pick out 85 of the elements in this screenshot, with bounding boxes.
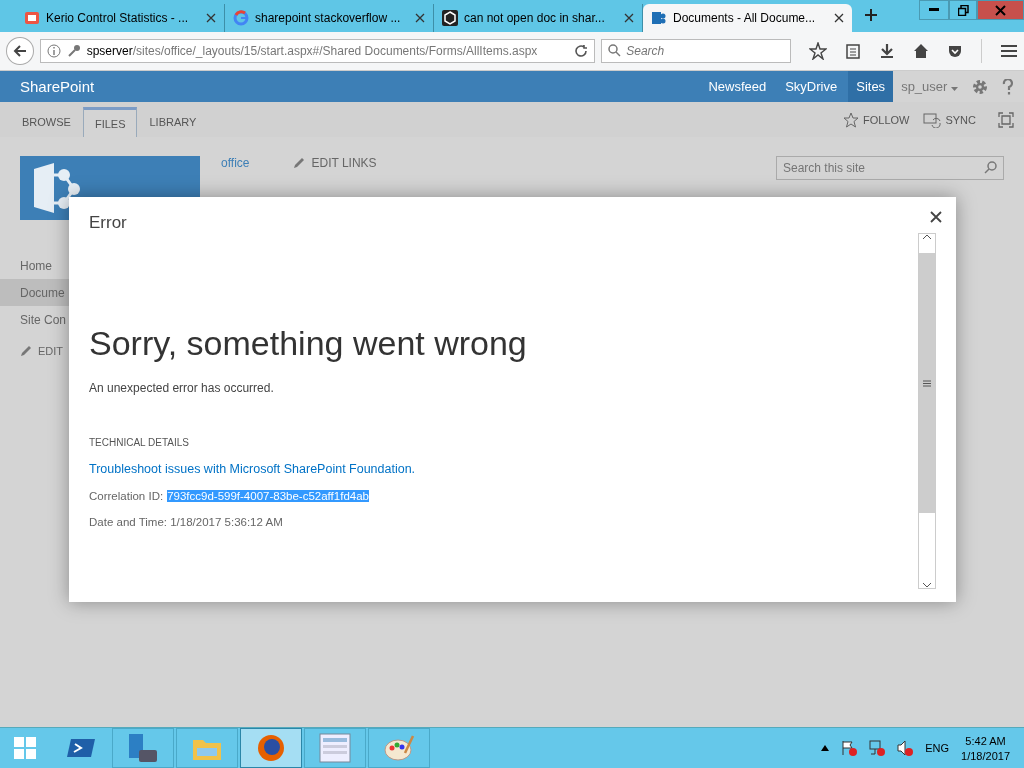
- edit-links-button[interactable]: EDIT LINKS: [293, 156, 377, 170]
- table-window-icon: [319, 733, 351, 763]
- s-logo-icon: [34, 163, 82, 213]
- minimize-button[interactable]: [919, 0, 949, 20]
- taskbar-app[interactable]: [304, 728, 366, 768]
- paint-palette-icon: [383, 733, 415, 763]
- settings-icon: [972, 78, 988, 95]
- ribbon-tab[interactable]: LIBRARY: [137, 107, 209, 137]
- speaker-muted-icon: [897, 740, 914, 756]
- url-text: spserver/sites/office/_layouts/15/start.aspx#/Shared Documents/Forms/AllItems.aspx: [86, 44, 539, 58]
- details-heading: TECHNICAL DETAILS: [89, 437, 191, 448]
- terminal-icon: [66, 736, 96, 760]
- close-icon: [415, 13, 425, 23]
- taskbar-app[interactable]: [368, 728, 430, 768]
- hexagon-icon: [442, 10, 458, 26]
- sharepoint-logo-icon: [651, 10, 667, 26]
- restore-button[interactable]: [949, 0, 977, 20]
- close-window-button[interactable]: [977, 0, 1024, 20]
- scrollbar[interactable]: [918, 233, 936, 589]
- taskbar-app[interactable]: [112, 728, 174, 768]
- clock[interactable]: 5:42 AM 1/18/2017: [961, 734, 1010, 762]
- ribbon-action[interactable]: FOLLOW: [843, 111, 910, 128]
- correlation-label: Correlation ID:: [89, 490, 164, 502]
- help-icon: [1002, 78, 1014, 95]
- pencil-icon: [293, 157, 306, 169]
- ribbon-tab[interactable]: BROWSE: [10, 107, 83, 137]
- info-icon: [46, 44, 61, 58]
- search-field[interactable]: Search: [601, 39, 791, 63]
- restore-icon: [957, 4, 969, 16]
- minimize-icon: [929, 8, 939, 12]
- scroll-up-icon: [923, 234, 931, 239]
- caret-down-icon: [951, 87, 958, 91]
- sync-icon: [923, 111, 942, 128]
- url-field[interactable]: spserver/sites/office/_layouts/15/start.aspx#/Shared Documents/Forms/AllItems.aspx: [39, 39, 596, 63]
- grip-icon: [923, 379, 931, 387]
- windows-logo-icon: [14, 737, 36, 759]
- new-tab-icon: [864, 8, 878, 22]
- envelope-icon: [24, 10, 40, 26]
- edit-nav-button[interactable]: EDIT: [20, 345, 80, 357]
- close-icon: [206, 13, 216, 23]
- reading-list-icon: [845, 43, 861, 59]
- browser-tab[interactable]: Documents - All Docume...: [643, 4, 852, 32]
- close-icon: [834, 13, 844, 23]
- error-heading: Sorry, something went wrong: [89, 324, 528, 363]
- download-icon: [879, 43, 895, 59]
- site-search-field[interactable]: Search this site: [776, 156, 1004, 180]
- back-button[interactable]: [6, 37, 34, 65]
- search-icon: [608, 44, 622, 57]
- language-indicator[interactable]: ENG: [925, 742, 950, 754]
- network-error-icon: [869, 740, 886, 756]
- close-icon: [624, 13, 634, 23]
- home-icon: [913, 43, 929, 59]
- back-arrow-icon: [12, 44, 27, 58]
- scroll-down-icon: [923, 583, 931, 588]
- pocket-icon: [947, 43, 963, 59]
- search-icon: [984, 161, 997, 174]
- brand-title: SharePoint: [20, 78, 95, 95]
- suite-link[interactable]: Sites: [848, 71, 894, 102]
- firefox-icon: [256, 733, 286, 763]
- g-letter-icon: [233, 10, 249, 26]
- date-time: Date and Time: 1/18/2017 5:36:12 AM: [89, 516, 284, 528]
- suite-link[interactable]: Newsfeed: [700, 71, 775, 102]
- star-icon: [843, 111, 859, 128]
- dialog-title: Error: [89, 213, 127, 233]
- close-icon: [995, 4, 1006, 16]
- scroll-thumb[interactable]: [919, 253, 935, 513]
- taskbar-app[interactable]: [240, 728, 302, 768]
- pencil-icon: [20, 345, 32, 357]
- correlation-id: 793fcc9d-599f-4007-83be-c52aff1fd4ab: [167, 490, 369, 502]
- flag-error-icon: [841, 740, 858, 756]
- error-message: An unexpected error has occurred.: [89, 381, 275, 395]
- ribbon-tab[interactable]: FILES: [82, 107, 138, 137]
- close-icon: [930, 211, 942, 223]
- reload-icon: [574, 44, 589, 58]
- focus-icon: [998, 111, 1014, 128]
- suite-link[interactable]: SkyDrive: [777, 71, 846, 102]
- key-icon: [66, 44, 81, 58]
- server-toolbox-icon: [127, 732, 159, 764]
- ribbon-action[interactable]: SYNC: [923, 111, 976, 128]
- troubleshoot-link[interactable]: Troubleshoot issues with Microsoft SharePoint Foundation.: [89, 462, 918, 476]
- bookmark-star-icon: [809, 42, 827, 60]
- close-button[interactable]: [928, 209, 944, 225]
- breadcrumb-link[interactable]: office: [221, 156, 250, 170]
- menu-icon: [1000, 43, 1018, 59]
- caret-up-icon: [821, 745, 830, 751]
